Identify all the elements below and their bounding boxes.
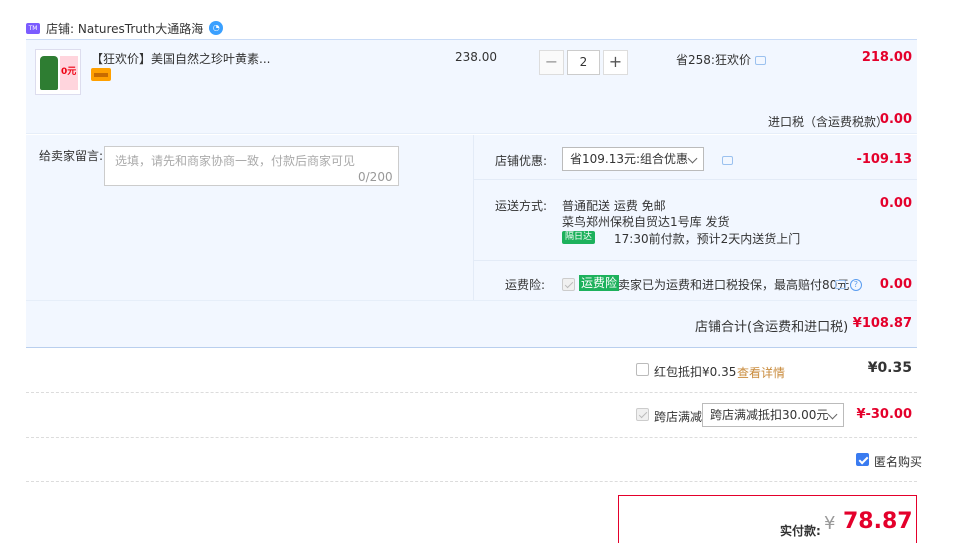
payment-label: 实付款:: [780, 524, 821, 538]
memo-placeholder: 选填，请先和商家协商一致，付款后商家可见: [115, 154, 356, 168]
insurance-label: 运费险:: [505, 278, 546, 292]
shop-name[interactable]: 店铺: NaturesTruth大通路海: [46, 20, 203, 37]
product-title[interactable]: 【狂欢价】美国自然之珍叶黄素...: [91, 50, 270, 67]
tax-label: 进口税（含运费税款）: [768, 115, 889, 129]
cross-store-selected: 跨店满减抵扣30.00元: [710, 408, 829, 422]
card-payment-icon: [91, 68, 111, 81]
item-total: 218.00: [861, 50, 912, 65]
cross-store-select[interactable]: 跨店满减抵扣30.00元: [702, 403, 844, 427]
shipping-label: 运送方式:: [495, 199, 548, 213]
chevron-down-icon: [687, 153, 698, 164]
insurance-tag: 运费险: [579, 275, 620, 291]
quantity-decrease-button[interactable]: −: [539, 50, 564, 75]
insurance-value: 0.00: [879, 277, 912, 292]
memo-char-count: 0/200: [358, 170, 393, 184]
shop-discount-selected: 省109.13元:组合优惠: [570, 152, 689, 166]
quantity-stepper: − 2 +: [539, 50, 628, 75]
shop-discount-select[interactable]: 省109.13元:组合优惠: [562, 147, 704, 171]
redpack-checkbox[interactable]: [636, 363, 649, 376]
cross-store-value: ¥-30.00: [856, 407, 912, 422]
quantity-input[interactable]: 2: [567, 50, 600, 75]
discount-info: [718, 153, 733, 167]
chat-bubble-icon[interactable]: [722, 156, 733, 165]
thumb-badge: 0元: [61, 67, 77, 77]
payment-total: 78.87: [843, 509, 913, 534]
shop-subtotal-value: ¥108.87: [852, 316, 912, 331]
shipping-warehouse: 菜鸟郑州保税自贸达1号库 发货: [562, 215, 730, 229]
divider: [26, 481, 917, 482]
item-promo: 省258:狂欢价: [676, 51, 766, 68]
insurance-checkbox: [562, 278, 575, 291]
divider: [474, 179, 917, 180]
bottle-image: [40, 56, 58, 90]
shop-discount-value: -109.13: [856, 152, 912, 167]
shop-discount-label: 店铺优惠:: [495, 154, 548, 168]
divider: [26, 392, 917, 393]
shop-header: TM 店铺: NaturesTruth大通路海 ◔: [26, 18, 224, 38]
tax-value: 0.00: [879, 112, 912, 127]
redpack-value: ¥0.35: [867, 360, 912, 376]
divider: [26, 437, 917, 438]
shop-subtotal-label: 店铺合计(含运费和进口税): [695, 320, 849, 335]
shipping-value: 0.00: [879, 196, 912, 211]
help-icon[interactable]: ?: [849, 278, 862, 291]
cross-store-checkbox: [636, 408, 649, 421]
chat-bubble-icon[interactable]: [754, 56, 766, 65]
shipping-method: 普通配送 运费 免邮: [562, 199, 666, 213]
divider: [474, 260, 917, 261]
product-thumbnail[interactable]: 0元: [35, 49, 81, 95]
wangwang-icon[interactable]: ◔: [209, 21, 224, 35]
anonymous-label[interactable]: 匿名购买: [874, 453, 922, 470]
order-confirm-page: TM 店铺: NaturesTruth大通路海 ◔ 0元 【狂欢价】美国自然之珍…: [0, 0, 979, 543]
cross-store-label: 跨店满减: [654, 410, 703, 424]
payment-currency: ¥: [824, 513, 836, 534]
tmall-shop-icon: TM: [26, 22, 40, 34]
unit-price: 238.00: [455, 50, 497, 64]
memo-label: 给卖家留言:: [39, 149, 104, 163]
chat-bubble-icon[interactable]: [835, 280, 846, 289]
anonymous-checkbox[interactable]: [856, 453, 869, 466]
shipping-eta: 17:30前付款，预计2天内送货上门: [614, 232, 801, 246]
next-day-badge: 隔日达: [562, 231, 596, 244]
redpack-details-link[interactable]: 查看详情: [737, 364, 785, 381]
redpack-label: 红包抵扣¥0.35: [654, 365, 737, 379]
insurance-text: 卖家已为运费和进口税投保，最高赔付80元: [618, 278, 850, 292]
quantity-increase-button[interactable]: +: [603, 50, 628, 75]
insurance-icons: ?: [835, 277, 862, 291]
chevron-down-icon: [827, 409, 838, 420]
item-promo-text: 省258:狂欢价: [676, 53, 751, 67]
